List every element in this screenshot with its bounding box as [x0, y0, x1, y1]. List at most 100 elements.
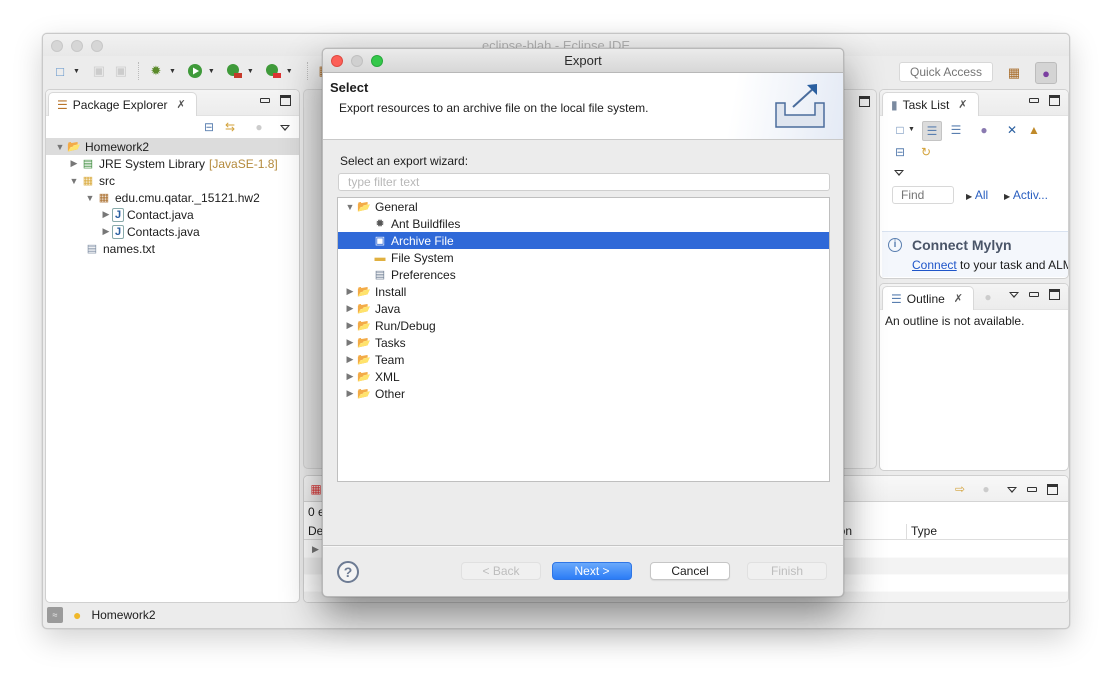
open-perspective-button[interactable]: ▦ — [1003, 62, 1025, 84]
expand-arrow-icon[interactable]: ▶ — [344, 388, 356, 399]
debug-icon[interactable]: ✹ — [147, 62, 165, 80]
cancel-button[interactable]: Cancel — [650, 562, 730, 580]
expand-arrow-icon[interactable]: ▼ — [344, 202, 356, 212]
maximize-icon[interactable] — [1049, 289, 1060, 300]
tree-item-contact-java[interactable]: ▶ J Contact.java — [50, 206, 299, 223]
filter-input[interactable] — [338, 173, 830, 191]
tree-item-run-debug[interactable]: ▶ 📂 Run/Debug — [338, 317, 829, 334]
tree-item-preferences[interactable]: ▤ Preferences — [338, 266, 829, 283]
task-find-input[interactable] — [892, 186, 954, 204]
collapse-all-icon[interactable]: ⊟ — [201, 119, 217, 135]
focus-icon[interactable]: ● — [251, 119, 267, 135]
column-type[interactable]: Type — [906, 524, 937, 540]
tree-item-general[interactable]: ▼ 📂 General — [338, 198, 829, 215]
tree-item-names-txt[interactable]: ▤ names.txt — [50, 240, 299, 257]
tree-item-team[interactable]: ▶ 📂 Team — [338, 351, 829, 368]
save-icon[interactable]: ▣ — [90, 62, 108, 80]
finish-button[interactable]: Finish — [747, 562, 827, 580]
editor-maximize-icon[interactable] — [859, 96, 870, 107]
maximize-icon[interactable] — [280, 95, 291, 106]
focus-icon[interactable]: ● — [978, 481, 994, 497]
view-menu-icon[interactable] — [894, 170, 904, 176]
link-with-editor-icon[interactable]: ⇆ — [222, 119, 238, 135]
tree-item-package[interactable]: ▼ ▦ edu.cmu.qatar._15121.hw2 — [50, 189, 299, 206]
minimize-icon[interactable] — [260, 98, 270, 103]
expand-arrow-icon[interactable]: ▶ — [344, 371, 356, 382]
tree-item-install[interactable]: ▶ 📂 Install — [338, 283, 829, 300]
tree-item-xml[interactable]: ▶ 📂 XML — [338, 368, 829, 385]
categorized-icon[interactable]: ☰ — [922, 121, 942, 141]
connect-link[interactable]: Connect — [912, 258, 957, 272]
coverage-dropdown-icon[interactable]: ▼ — [247, 68, 254, 75]
coverage-icon[interactable] — [225, 62, 243, 80]
expand-arrow-icon[interactable]: ▶ — [344, 286, 356, 297]
help-icon: ? — [343, 564, 353, 580]
save-all-icon[interactable]: ▣ — [112, 62, 130, 80]
filter-active-link[interactable]: ▶ Activ... — [1004, 188, 1048, 202]
back-button[interactable]: < Back — [461, 562, 541, 580]
minimize-icon[interactable] — [1029, 98, 1039, 103]
tab-outline[interactable]: ☰ Outline ✗ — [882, 286, 975, 310]
new-icon[interactable]: □ — [51, 62, 69, 80]
expand-arrow-icon[interactable]: ▼ — [84, 193, 96, 203]
external-tools-icon[interactable] — [264, 62, 282, 80]
new-dropdown-icon[interactable]: ▼ — [73, 68, 80, 75]
java-perspective-icon: ● — [1042, 65, 1050, 81]
tab-package-explorer[interactable]: ☰ Package Explorer ✗ — [48, 92, 197, 116]
tree-item-java[interactable]: ▶ 📂 Java — [338, 300, 829, 317]
tree-item-contacts-java[interactable]: ▶ J Contacts.java — [50, 223, 299, 240]
expand-arrow-icon[interactable]: ▶ — [68, 158, 80, 169]
view-menu-icon[interactable] — [280, 125, 290, 131]
tree-decoration: [JavaSE-1.8] — [209, 156, 278, 171]
expand-arrow-icon[interactable]: ▶ — [344, 337, 356, 348]
debug-dropdown-icon[interactable]: ▼ — [169, 68, 176, 75]
focus-icon[interactable]: ● — [976, 122, 992, 138]
minimize-icon[interactable] — [1029, 292, 1039, 297]
filter-all-link[interactable]: ▶ All — [966, 188, 988, 202]
rss-icon[interactable]: ≈ — [47, 607, 63, 623]
close-tab-icon[interactable]: ✗ — [954, 292, 963, 305]
maximize-icon[interactable] — [1047, 484, 1058, 495]
view-menu-icon[interactable] — [1009, 291, 1019, 298]
maximize-icon[interactable] — [1049, 95, 1060, 106]
run-icon[interactable] — [186, 62, 204, 80]
hide-others-icon[interactable]: ▲ — [1026, 122, 1042, 138]
tree-item-ant-buildfiles[interactable]: ✹ Ant Buildfiles — [338, 215, 829, 232]
close-tab-icon[interactable]: ✗ — [176, 98, 185, 111]
tree-item-file-system[interactable]: ▬ File System — [338, 249, 829, 266]
tree-item-jre-library[interactable]: ▶ ▤ JRE System Library [JavaSE-1.8] — [50, 155, 299, 172]
help-button[interactable]: ? — [337, 561, 359, 583]
expand-arrow-icon[interactable]: ▶ — [312, 544, 319, 554]
run-dropdown-icon[interactable]: ▼ — [208, 68, 215, 75]
synchronize-icon[interactable]: ↻ — [918, 144, 934, 160]
tree-item-tasks[interactable]: ▶ 📂 Tasks — [338, 334, 829, 351]
scheduled-icon[interactable]: ☰ — [948, 122, 964, 138]
expand-arrow-icon[interactable]: ▶ — [100, 209, 112, 220]
hide-completed-icon[interactable]: ✕ — [1004, 122, 1020, 138]
expand-arrow-icon[interactable]: ▼ — [68, 176, 80, 186]
tree-item-archive-file[interactable]: ▣ Archive File — [338, 232, 829, 249]
insert-filter-icon[interactable]: ⇨ — [952, 481, 968, 497]
minimize-icon[interactable] — [1027, 487, 1037, 492]
quick-access-input[interactable] — [899, 62, 993, 82]
tree-label: Java — [375, 301, 401, 316]
new-task-dropdown-icon[interactable]: ▼ — [908, 126, 915, 133]
focus-icon[interactable]: ● — [980, 289, 996, 305]
expand-arrow-icon[interactable]: ▶ — [100, 226, 112, 237]
next-button[interactable]: Next > — [552, 562, 632, 580]
collapse-all-icon[interactable]: ⊟ — [892, 144, 908, 160]
expand-arrow-icon[interactable]: ▼ — [54, 142, 66, 152]
tree-item-other[interactable]: ▶ 📂 Other — [338, 385, 829, 402]
java-perspective-button[interactable]: ● — [1035, 62, 1057, 84]
expand-arrow-icon[interactable]: ▶ — [344, 354, 356, 365]
new-task-icon[interactable]: □ — [892, 122, 908, 138]
expand-arrow-icon[interactable]: ▶ — [344, 303, 356, 314]
view-menu-icon[interactable] — [1007, 486, 1017, 493]
external-tools-dropdown-icon[interactable]: ▼ — [286, 68, 293, 75]
tree-item-project[interactable]: ▼ 📂 Homework2 — [46, 138, 299, 155]
tree-label: File System — [391, 250, 454, 265]
close-tab-icon[interactable]: ✗ — [958, 98, 967, 111]
tree-item-src[interactable]: ▼ ▦ src — [50, 172, 299, 189]
expand-arrow-icon[interactable]: ▶ — [344, 320, 356, 331]
tab-task-list[interactable]: ▮ Task List ✗ — [882, 92, 979, 116]
